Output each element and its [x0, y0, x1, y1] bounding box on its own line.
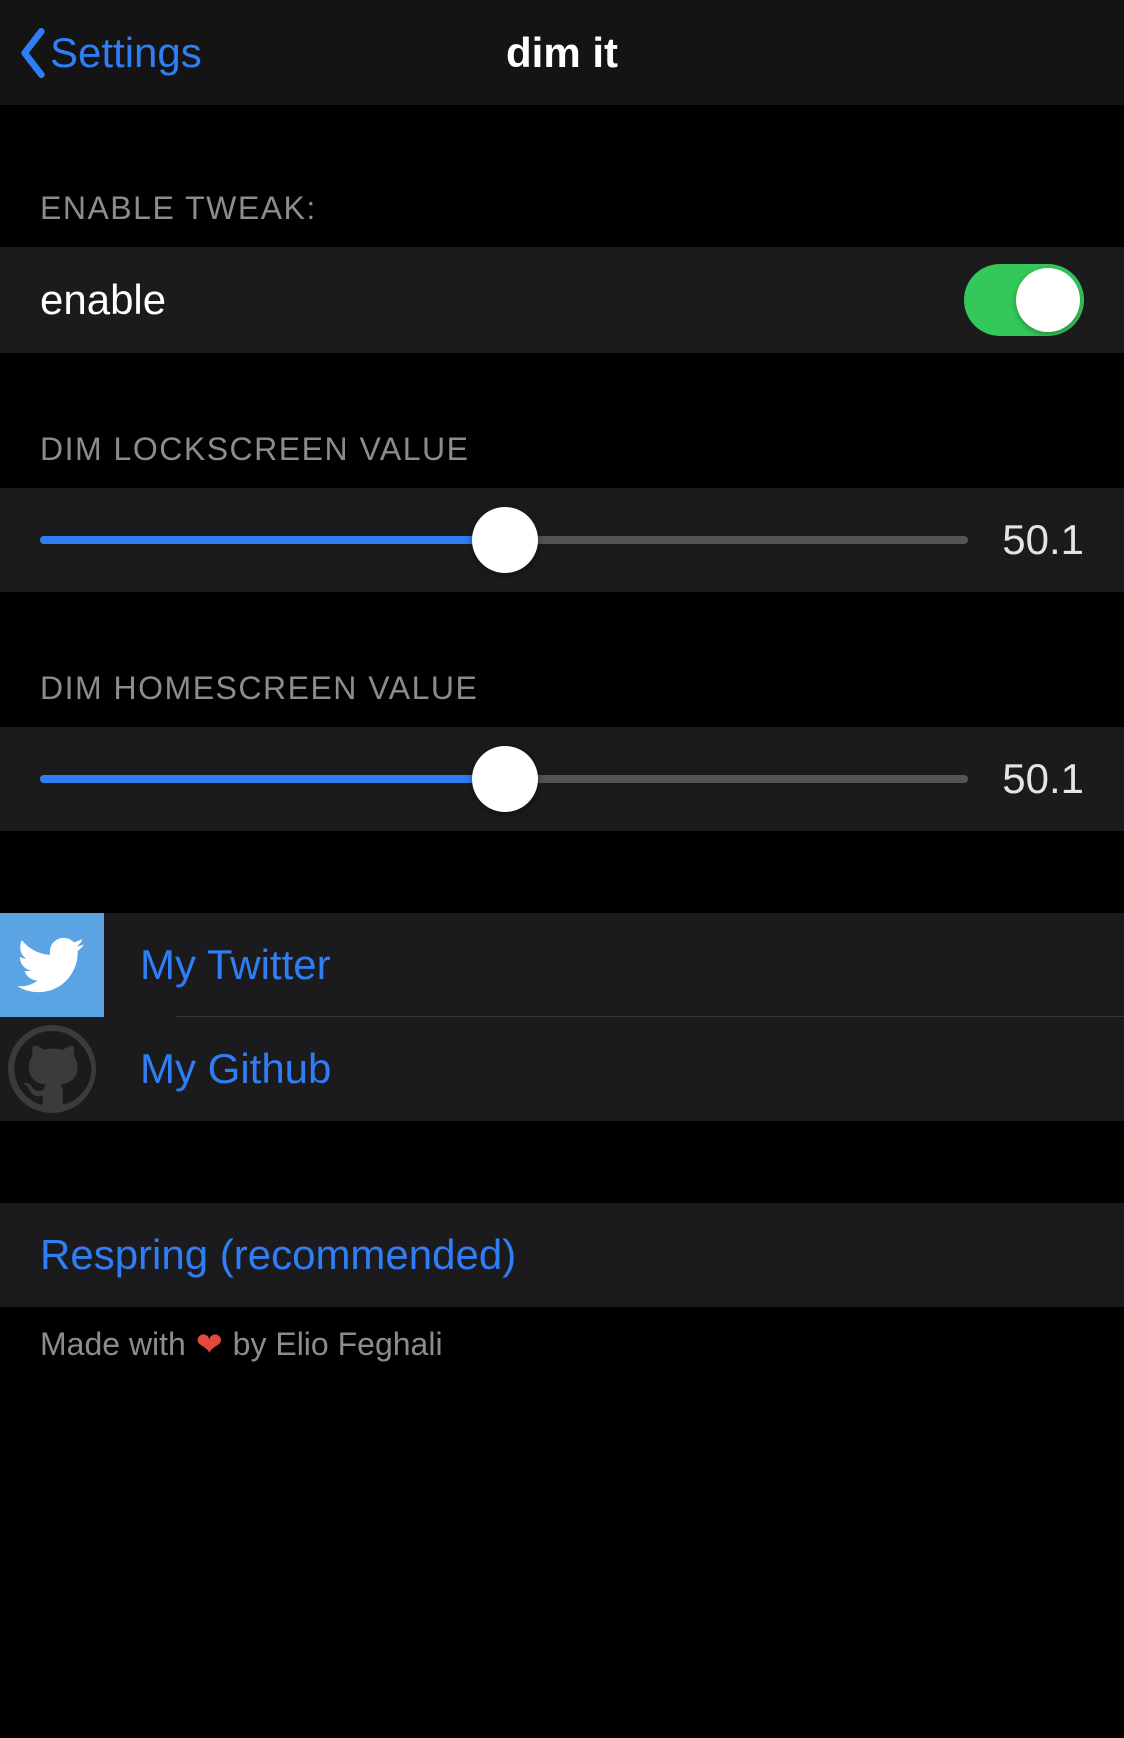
twitter-link-label: My Twitter	[104, 941, 1124, 989]
slider-fill	[40, 775, 505, 783]
back-button[interactable]: Settings	[0, 28, 202, 78]
enable-cell: enable	[0, 247, 1124, 353]
footer-post: by Elio Feghali	[233, 1326, 443, 1363]
navbar: Settings dim it	[0, 0, 1124, 106]
lockscreen-slider-cell: 50.1	[0, 488, 1124, 592]
enable-toggle[interactable]	[964, 264, 1084, 336]
chevron-left-icon	[18, 28, 48, 78]
twitter-link[interactable]: My Twitter	[0, 913, 1124, 1017]
footer-credit: Made with ❤ by Elio Feghali	[0, 1307, 1124, 1381]
github-link[interactable]: My Github	[0, 1017, 1124, 1121]
slider-fill	[40, 536, 505, 544]
homescreen-slider-value: 50.1	[998, 755, 1084, 803]
twitter-icon	[0, 913, 104, 1017]
homescreen-slider-cell: 50.1	[0, 727, 1124, 831]
github-icon	[0, 1017, 104, 1121]
heart-icon: ❤	[196, 1325, 223, 1363]
toggle-knob	[1016, 268, 1080, 332]
back-label: Settings	[50, 29, 202, 77]
footer-pre: Made with	[40, 1326, 186, 1363]
enable-label: enable	[40, 276, 964, 324]
homescreen-slider[interactable]	[40, 744, 968, 814]
lockscreen-slider[interactable]	[40, 505, 968, 575]
section-header-lockscreen: DIM LOCKSCREEN VALUE	[0, 353, 1124, 488]
respring-label: Respring (recommended)	[40, 1231, 516, 1279]
slider-thumb[interactable]	[472, 507, 538, 573]
respring-button[interactable]: Respring (recommended)	[0, 1203, 1124, 1307]
github-link-label: My Github	[104, 1045, 1124, 1093]
slider-thumb[interactable]	[472, 746, 538, 812]
section-header-homescreen: DIM HOMESCREEN VALUE	[0, 592, 1124, 727]
lockscreen-slider-value: 50.1	[998, 516, 1084, 564]
section-header-enable: ENABLE TWEAK:	[0, 106, 1124, 247]
